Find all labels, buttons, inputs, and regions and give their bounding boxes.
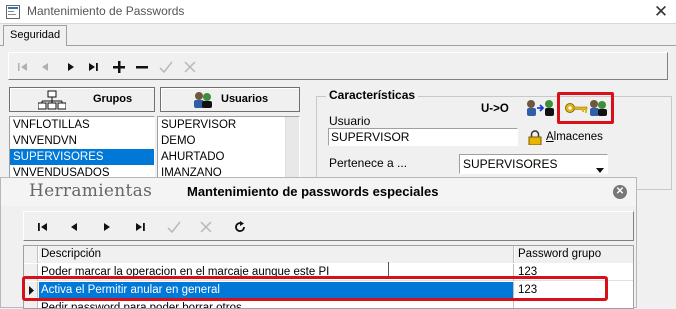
user-transfer-icon[interactable] [526, 99, 556, 120]
dialog-close-icon[interactable]: ✕ [613, 185, 627, 199]
tab-seguridad[interactable]: Seguridad [3, 25, 68, 46]
dialog-toolbar [23, 211, 634, 241]
chevron-down-icon[interactable] [596, 162, 604, 176]
next-record-icon[interactable] [96, 215, 118, 237]
usuario-label: Usuario [329, 114, 371, 128]
list-item-selected[interactable]: SUPERVISORES [10, 149, 154, 165]
usuarios-list[interactable]: SUPERVISOR DEMO AHURTADO IMANZANO [157, 116, 300, 186]
grupos-button[interactable]: Grupos [9, 87, 155, 112]
selected-row-highlight [22, 276, 608, 301]
usuario-field[interactable]: SUPERVISOR [328, 128, 518, 146]
row-header-cell [24, 246, 38, 263]
first-record-icon[interactable] [32, 215, 54, 237]
usuarios-scrollbar[interactable] [285, 117, 299, 185]
window-close-button[interactable]: ✕ [646, 0, 676, 24]
prior-record-icon[interactable] [34, 55, 56, 77]
column-header-password-grupo[interactable]: Password grupo [515, 246, 633, 263]
first-record-icon[interactable] [12, 55, 34, 77]
user-to-operation-label: U->O [481, 103, 509, 115]
list-item[interactable]: DEMO [158, 133, 299, 149]
users-icon [193, 91, 213, 112]
last-record-icon[interactable] [130, 215, 152, 237]
next-record-icon[interactable] [60, 55, 82, 77]
caracteristicas-title: Características [326, 88, 419, 102]
dialog-brand: Herramientas [29, 181, 153, 201]
confirm-icon[interactable] [163, 215, 185, 237]
window-title: Mantenimiento de Passwords [27, 4, 185, 18]
tab-strip [0, 24, 676, 46]
usuarios-button-label: Usuarios [221, 93, 269, 105]
list-item[interactable]: AHURTADO [158, 149, 299, 165]
usuarios-button[interactable]: Usuarios [160, 87, 300, 112]
delete-icon[interactable] [131, 55, 153, 77]
cancel-icon[interactable] [179, 55, 201, 77]
cancel-icon[interactable] [195, 215, 217, 237]
column-header-descripcion[interactable]: Descripción [39, 246, 514, 263]
org-chart-icon [37, 90, 67, 113]
grid-header-row: Descripción Password grupo [24, 246, 633, 263]
padlock-icon [528, 130, 542, 148]
navigation-toolbar [8, 52, 668, 80]
almacenes-label: Almacenes [546, 131, 603, 143]
prior-record-icon[interactable] [63, 215, 85, 237]
last-record-icon[interactable] [83, 55, 105, 77]
grupo-select[interactable]: SUPERVISORES [459, 154, 608, 174]
list-item-selected[interactable]: SUPERVISOR [161, 119, 236, 131]
app-form-icon [6, 5, 20, 19]
confirm-icon[interactable] [155, 55, 177, 77]
refresh-icon[interactable] [229, 215, 251, 237]
text-cursor [388, 262, 389, 276]
pertenece-label: Pertenece a ... [329, 156, 408, 170]
grupos-list[interactable]: VNFLOTILLAS VNVENDVN SUPERVISORES VNVEND… [9, 116, 155, 186]
list-item[interactable]: VNVENDVN [10, 133, 154, 149]
list-item[interactable]: VNFLOTILLAS [10, 117, 154, 133]
add-icon[interactable] [108, 55, 130, 77]
dialog-title: Mantenimiento de passwords especiales [187, 184, 439, 199]
grupos-button-label: Grupos [93, 93, 133, 105]
key-users-icon[interactable] [565, 99, 609, 120]
grupo-select-value: SUPERVISORES [463, 157, 558, 171]
